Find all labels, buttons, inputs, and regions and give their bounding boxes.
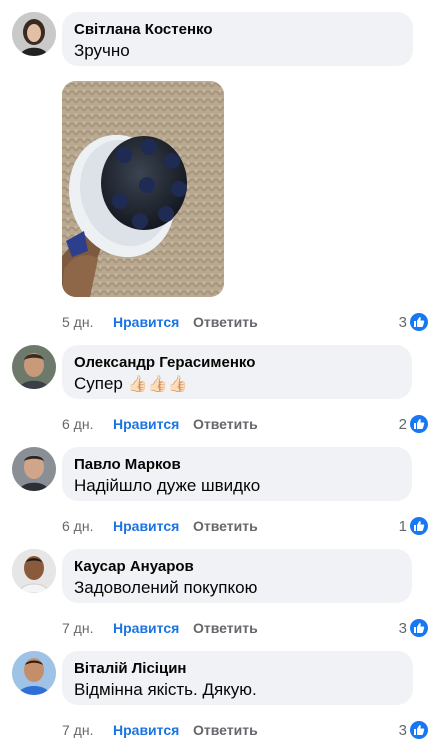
comment-text: Відмінна якість. Дякую. <box>74 680 257 699</box>
comment-bubble: Віталій Лісіцин Відмінна якість. Дякую. <box>62 651 413 705</box>
comment-text: Задоволений покупкою <box>74 578 258 597</box>
thumbs-up-icon <box>410 721 428 739</box>
reaction-summary[interactable]: 1 <box>399 516 428 536</box>
thumbs-up-icon <box>410 619 428 637</box>
comment-time[interactable]: 6 дн. <box>62 516 93 536</box>
avatar[interactable] <box>12 549 56 593</box>
reaction-summary[interactable]: 3 <box>399 312 428 332</box>
thumbs-up-icon <box>410 517 428 535</box>
comment-time[interactable]: 7 дн. <box>62 720 93 740</box>
like-button[interactable]: Нравится <box>113 516 179 536</box>
comment-actions: 6 дн. Нравится Ответить <box>62 414 262 434</box>
avatar[interactable] <box>12 345 56 389</box>
reaction-count: 3 <box>398 721 407 739</box>
comment-author[interactable]: Олександр Герасименко <box>74 353 400 372</box>
comment-bubble: Каусар Ануаров Задоволений покупкою <box>62 549 412 603</box>
reaction-count: 2 <box>398 415 407 433</box>
thumbs-up-icon <box>410 415 428 433</box>
like-button[interactable]: Нравится <box>113 414 179 434</box>
reply-button[interactable]: Ответить <box>193 720 258 740</box>
like-button[interactable]: Нравится <box>113 312 179 332</box>
reply-button[interactable]: Ответить <box>193 516 258 536</box>
comment-author[interactable]: Світлана Костенко <box>74 20 401 39</box>
comment-bubble: Світлана Костенко Зручно <box>62 12 413 66</box>
comment-bubble: Олександр Герасименко Супер 👍🏻👍🏻👍🏻 <box>62 345 412 399</box>
reaction-summary[interactable]: 3 <box>399 720 428 740</box>
like-button[interactable]: Нравится <box>113 618 179 638</box>
thumbs-up-emoji: 👍🏻👍🏻👍🏻 <box>127 376 188 393</box>
thumbs-up-icon <box>410 313 428 331</box>
comment-text-body: Супер <box>74 374 123 393</box>
comment-actions: 5 дн. Нравится Ответить <box>62 312 262 332</box>
reaction-count: 1 <box>398 517 407 535</box>
comment-time[interactable]: 6 дн. <box>62 414 93 434</box>
attached-photo[interactable] <box>62 81 224 297</box>
avatar[interactable] <box>12 651 56 695</box>
comment-text: Супер 👍🏻👍🏻👍🏻 <box>74 373 400 396</box>
comment-actions: 6 дн. Нравится Ответить <box>62 516 262 536</box>
reply-button[interactable]: Ответить <box>193 618 258 638</box>
avatar[interactable] <box>12 447 56 491</box>
reaction-count: 3 <box>398 619 407 637</box>
comment-text: Зручно <box>74 41 130 60</box>
reply-button[interactable]: Ответить <box>193 414 258 434</box>
comment-author[interactable]: Каусар Ануаров <box>74 557 400 576</box>
reaction-summary[interactable]: 2 <box>399 414 428 434</box>
comment-author[interactable]: Віталій Лісіцин <box>74 659 401 678</box>
comment-actions: 7 дн. Нравится Ответить <box>62 720 262 740</box>
reaction-count: 3 <box>398 313 407 331</box>
avatar[interactable] <box>12 12 56 56</box>
like-button[interactable]: Нравится <box>113 720 179 740</box>
comment-author[interactable]: Павло Марков <box>74 455 400 474</box>
reaction-summary[interactable]: 3 <box>399 618 428 638</box>
comment-text: Надійшло дуже швидко <box>74 476 261 495</box>
comment-time[interactable]: 7 дн. <box>62 618 93 638</box>
reply-button[interactable]: Ответить <box>193 312 258 332</box>
comment-actions: 7 дн. Нравится Ответить <box>62 618 262 638</box>
comment-time[interactable]: 5 дн. <box>62 312 93 332</box>
comment-bubble: Павло Марков Надійшло дуже швидко <box>62 447 412 501</box>
